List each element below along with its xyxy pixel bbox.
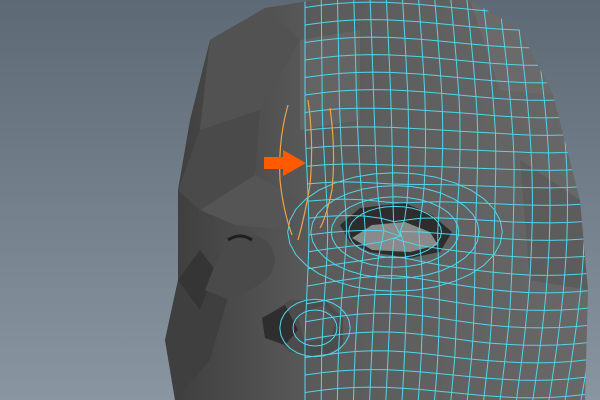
head-mesh[interactable] — [165, 0, 600, 400]
3d-viewport[interactable] — [0, 0, 600, 400]
viewport-canvas[interactable] — [0, 0, 600, 400]
